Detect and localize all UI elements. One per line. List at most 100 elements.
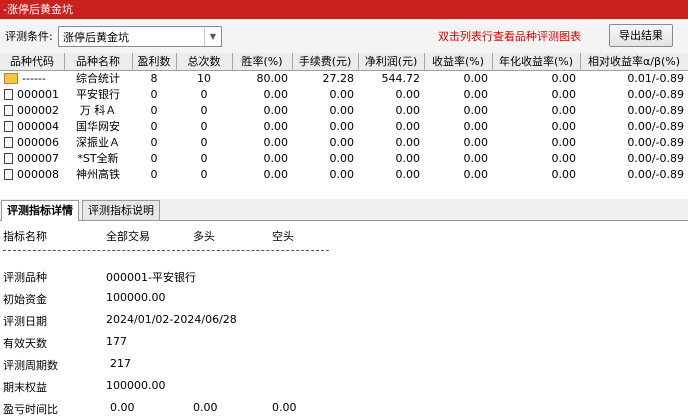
cell-wins: 0 (132, 151, 176, 167)
cell-text: 0.00 (263, 168, 289, 181)
col-header-return[interactable]: 收益率(%) (424, 53, 493, 70)
cell-text: 0.00/-0.89 (627, 104, 684, 117)
cell-text: 0.00 (551, 168, 577, 181)
cell-rel: 0.00/-0.89 (580, 87, 688, 103)
table-row[interactable]: 000008 神州高铁 0 0 0.00 0.00 0.00 0.00 0.00 0.00/-0.… (0, 167, 688, 183)
col-header-name[interactable]: 品种名称 (64, 53, 133, 70)
cell-total: 0 (176, 87, 232, 103)
folder-icon (4, 73, 18, 84)
detail-label: 盈亏时间比 (3, 403, 58, 416)
cell-text: 0.00 (551, 136, 577, 149)
cell-name: *ST全新 (64, 151, 132, 167)
cell-win-rate: 0.00 (232, 135, 292, 151)
cell-rel: 0.00/-0.89 (580, 167, 688, 183)
detail-value: 000001-平安银行 (106, 271, 196, 284)
col-header-code[interactable]: 品种代码 (0, 53, 65, 70)
cell-text: 8 (150, 72, 158, 85)
col-header-annual[interactable]: 年化收益率(%) (492, 53, 581, 70)
cell-ret: 0.00 (424, 103, 492, 119)
export-button[interactable]: 导出结果 (609, 24, 673, 47)
detail-label: 初始资金 (3, 293, 47, 306)
cell-wins: 0 (132, 119, 176, 135)
cell-fee: 0.00 (292, 151, 358, 167)
cell-name: 深振业Ａ (64, 135, 132, 151)
document-icon (4, 89, 13, 100)
table-row[interactable]: 000006 深振业Ａ 0 0 0.00 0.00 0.00 0.00 0.00 0.00/-0.… (0, 135, 688, 151)
col-header-wins[interactable]: 盈利数 (132, 53, 177, 70)
cell-win-rate: 0.00 (232, 151, 292, 167)
detail-header-short: 空头 (272, 230, 294, 243)
cell-annual: 0.00 (492, 119, 580, 135)
cell-text: 0 (200, 152, 208, 165)
document-icon (4, 169, 13, 180)
cell-annual: 0.00 (492, 151, 580, 167)
detail-header-all: 全部交易 (106, 230, 150, 243)
cell-wins: 0 (132, 167, 176, 183)
cell-win-rate: 0.00 (232, 103, 292, 119)
cell-total: 0 (176, 151, 232, 167)
detail-value: 217 (110, 357, 131, 370)
cell-text: 0.00 (395, 120, 421, 133)
cell-ret: 0.00 (424, 119, 492, 135)
cell-name: 平安银行 (64, 87, 132, 103)
cell-annual: 0.00 (492, 167, 580, 183)
cell-code: 000002 (0, 103, 64, 119)
cell-rel: 0.00/-0.89 (580, 103, 688, 119)
cell-text: 0 (200, 136, 208, 149)
cell-profit: 0.00 (358, 167, 424, 183)
cell-text: 深振业Ａ (76, 136, 120, 149)
table-header: 品种代码 品种名称 盈利数 总次数 胜率(%) 手续费(元) 净利润(元) 收益… (0, 53, 688, 71)
col-header-winrate[interactable]: 胜率(%) (232, 53, 293, 70)
cell-win-rate: 0.00 (232, 87, 292, 103)
cell-total: 0 (176, 119, 232, 135)
cell-text: 国华网安 (76, 120, 120, 133)
cell-text: 0.00 (551, 88, 577, 101)
col-header-profit[interactable]: 净利润(元) (358, 53, 425, 70)
condition-select[interactable]: 涨停后黄金坑 ▼ (58, 26, 222, 47)
cell-rel: 0.00/-0.89 (580, 135, 688, 151)
table-row[interactable]: ------ 综合统计 8 10 80.00 27.28 544.72 0.00 0.00 0.0… (0, 71, 688, 87)
cell-text: 0.00 (551, 72, 577, 85)
detail-value: 2024/01/02-2024/06/28 (106, 313, 237, 326)
cell-text: 神州高铁 (76, 168, 120, 181)
cell-annual: 0.00 (492, 103, 580, 119)
table-row[interactable]: 000002 万 科Ａ 0 0 0.00 0.00 0.00 0.00 0.00 0.00/-0.… (0, 103, 688, 119)
cell-text: 0.00 (329, 88, 355, 101)
cell-win-rate: 0.00 (232, 167, 292, 183)
tab-metric-help[interactable]: 评测指标说明 (82, 200, 160, 220)
cell-text: 0.00 (395, 136, 421, 149)
cell-profit: 0.00 (358, 119, 424, 135)
cell-text: 0.00 (263, 104, 289, 117)
detail-value-long: 0.00 (193, 401, 218, 414)
cell-wins: 0 (132, 87, 176, 103)
tab-metric-details[interactable]: 评测指标详情 (1, 200, 79, 221)
table-row[interactable]: 000001 平安银行 0 0 0.00 0.00 0.00 0.00 0.00 0.00/-0.… (0, 87, 688, 103)
cell-text: 万 科Ａ (79, 104, 117, 117)
detail-value-all: 0.00 (110, 401, 135, 414)
cell-text: 0 (200, 168, 208, 181)
cell-ret: 0.00 (424, 151, 492, 167)
cell-text: 27.28 (322, 72, 355, 85)
cell-text: 0 (150, 120, 158, 133)
cell-text: 000004 (17, 120, 59, 133)
cell-text: 000001 (17, 88, 59, 101)
cell-text: 000002 (17, 104, 59, 117)
cell-text: 平安银行 (76, 88, 120, 101)
col-header-fee[interactable]: 手续费(元) (292, 53, 359, 70)
cell-fee: 0.00 (292, 135, 358, 151)
cell-text: 0.00 (463, 72, 489, 85)
cell-text: 0 (200, 104, 208, 117)
cell-text: 0.00 (463, 120, 489, 133)
result-table[interactable]: 品种代码 品种名称 盈利数 总次数 胜率(%) 手续费(元) 净利润(元) 收益… (0, 53, 688, 188)
cell-code: 000008 (0, 167, 64, 183)
cell-fee: 0.00 (292, 87, 358, 103)
table-row[interactable]: 000004 国华网安 0 0 0.00 0.00 0.00 0.00 0.00 0.00/-0.… (0, 119, 688, 135)
chevron-down-icon[interactable]: ▼ (204, 27, 221, 46)
col-header-relative[interactable]: 相对收益率α/β(%) (580, 53, 688, 70)
cell-code: 000004 (0, 119, 64, 135)
table-row[interactable]: 000007 *ST全新 0 0 0.00 0.00 0.00 0.00 0.00 0.00/-0… (0, 151, 688, 167)
cell-text: 000007 (17, 152, 59, 165)
col-header-total[interactable]: 总次数 (176, 53, 233, 70)
cell-rel: 0.01/-0.89 (580, 71, 688, 87)
cell-rel: 0.00/-0.89 (580, 119, 688, 135)
